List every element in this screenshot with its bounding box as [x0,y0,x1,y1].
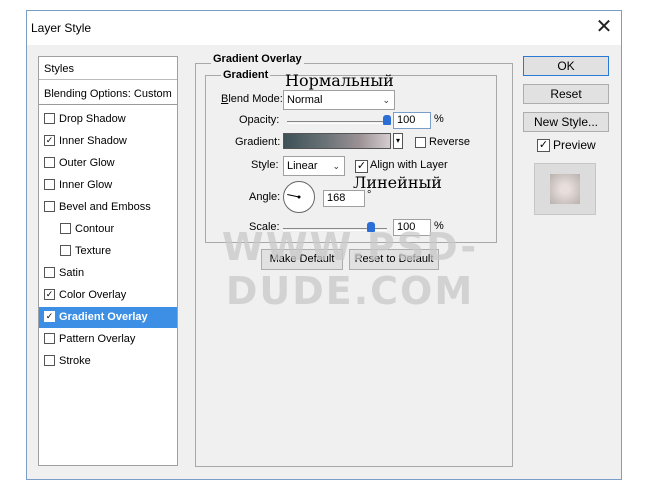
reverse-label: Reverse [429,136,470,148]
style-item-bevel-and-emboss[interactable]: Bevel and Emboss [39,197,177,218]
style-item-inner-glow[interactable]: Inner Glow [39,175,177,196]
close-icon[interactable]: ✕ [587,11,621,45]
gradient-label: Gradient: [235,136,281,148]
style-item-label: Stroke [59,355,91,367]
style-item-checkbox[interactable]: ✓ [44,134,55,146]
style-item-label: Blending Options: Custom [44,88,172,100]
align-with-layer-checkbox[interactable]: ✓ [355,160,368,173]
style-item-checkbox[interactable] [44,354,55,366]
blend-mode-select[interactable]: Normal ⌄ [283,90,395,110]
style-item-styles[interactable]: Styles [39,59,177,80]
blend-mode-label-text: lend Mode: [228,93,283,105]
preview-checkbox[interactable]: ✓ [537,139,550,152]
opacity-input[interactable]: 100 [393,112,431,129]
reset-button[interactable]: Reset [523,84,609,104]
style-item-checkbox[interactable] [44,332,55,344]
style-item-label: Texture [75,245,112,257]
angle-dial[interactable] [283,181,315,213]
opacity-slider-thumb[interactable] [383,115,391,125]
style-item-stroke[interactable]: Stroke [39,351,177,372]
style-item-drop-shadow[interactable]: Drop Shadow [39,109,177,130]
style-item-label: Pattern Overlay [59,333,136,345]
opacity-unit: % [434,113,444,125]
align-with-layer-label: Align with Layer [370,159,448,171]
opacity-slider-track[interactable] [287,121,387,124]
window-title: Layer Style [31,21,92,35]
gradient-overlay-title: Gradient Overlay [211,53,304,65]
blend-mode-value: Normal [287,94,323,106]
style-item-checkbox[interactable] [44,266,55,278]
style-item-label: Bevel and Emboss [59,201,151,213]
new-style-label: New Style... [533,115,599,129]
chevron-down-icon: ⌄ [332,161,340,171]
blend-mode-label: Blend Mode: [221,93,283,105]
style-item-label: Satin [59,267,85,279]
style-item-label: Inner Glow [59,179,113,191]
style-item-label: Outer Glow [59,157,115,169]
style-item-label: Inner Shadow [59,135,127,147]
angle-needle-icon [287,194,301,199]
style-item-checkbox[interactable] [44,156,55,168]
style-preview-thumbnail [534,163,596,215]
chevron-down-icon: ⌄ [382,95,390,105]
ok-button[interactable]: OK [523,56,609,76]
style-item-checkbox[interactable]: ✓ [44,310,55,322]
style-item-checkbox[interactable] [44,112,55,124]
style-item-outer-glow[interactable]: Outer Glow [39,153,177,174]
gradient-swatch[interactable] [283,133,391,149]
opacity-label: Opacity: [239,114,280,126]
title-bar: Layer Style ✕ [27,11,621,45]
style-item-blending-options-custom[interactable]: Blending Options: Custom [39,84,177,105]
angle-label: Angle: [249,191,281,203]
watermark-text: WWW.PSD-DUDE.COM [221,225,479,313]
gradient-subgroup-title: Gradient [221,69,271,81]
gradient-dropdown-icon[interactable]: ▾ [393,133,403,149]
style-select[interactable]: Linear ⌄ [283,156,345,176]
style-item-label: Color Overlay [59,289,127,301]
preview-swatch [550,174,580,204]
style-item-label: Styles [44,63,74,75]
reverse-checkbox[interactable] [415,137,426,148]
style-value: Linear [287,160,318,172]
preview-label: Preview [553,138,596,152]
style-item-checkbox[interactable] [44,178,55,190]
style-item-inner-shadow[interactable]: ✓ Inner Shadow [39,131,177,152]
style-item-label: Contour [75,223,115,235]
style-item-checkbox[interactable] [60,222,71,234]
style-item-label: Drop Shadow [59,113,126,125]
style-item-pattern-overlay[interactable]: Pattern Overlay [39,329,177,350]
style-item-checkbox[interactable] [60,244,71,256]
angle-input[interactable]: 168 [323,190,365,207]
style-item-checkbox[interactable] [44,200,55,212]
style-label: Style: [251,159,279,171]
new-style-button[interactable]: New Style... [523,112,609,132]
linear-annotation: Линейный [353,173,442,192]
normal-annotation: Нормальный [285,71,394,90]
style-item-checkbox[interactable]: ✓ [44,288,55,300]
